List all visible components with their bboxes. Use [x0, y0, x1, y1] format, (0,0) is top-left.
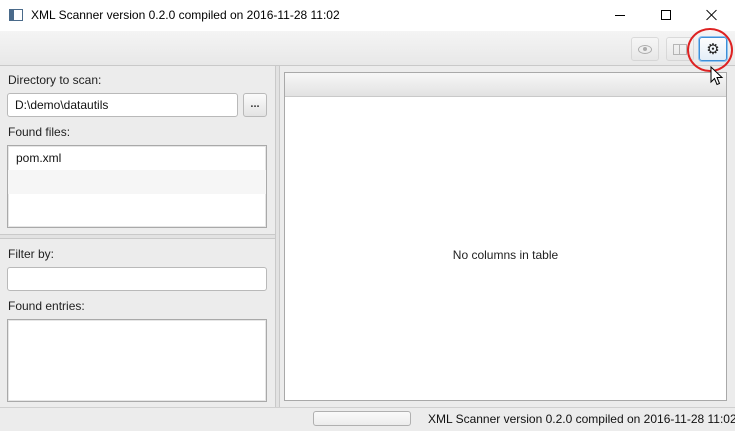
main-content: Directory to scan: ... Found files: pom.… [0, 66, 735, 407]
status-text: XML Scanner version 0.2.0 compiled on 20… [428, 412, 735, 426]
found-files-label: Found files: [8, 125, 71, 139]
maximize-button[interactable] [643, 0, 689, 30]
progress-bar [313, 411, 411, 426]
found-entries-label: Found entries: [8, 299, 85, 313]
toggle-visibility-button[interactable] [631, 37, 659, 61]
table-header [285, 73, 726, 97]
toolbar: ⚙ [0, 31, 735, 66]
settings-button[interactable]: ⚙ [699, 37, 727, 61]
found-entries-list[interactable] [7, 319, 267, 402]
directory-label: Directory to scan: [8, 73, 102, 87]
columns-button[interactable] [666, 37, 694, 61]
title-bar: XML Scanner version 0.2.0 compiled on 20… [0, 0, 735, 31]
maximize-icon [661, 10, 671, 20]
gear-icon: ⚙ [706, 39, 720, 58]
list-item-empty [8, 194, 266, 218]
status-bar: XML Scanner version 0.2.0 compiled on 20… [0, 407, 735, 431]
entries-table[interactable]: No columns in table [284, 72, 727, 401]
window-title: XML Scanner version 0.2.0 compiled on 20… [31, 8, 340, 22]
browse-button[interactable]: ... [243, 93, 267, 117]
app-window-icon [9, 9, 23, 21]
list-item[interactable]: pom.xml [8, 146, 266, 170]
columns-icon [673, 43, 687, 55]
right-pane: No columns in table [280, 66, 735, 407]
list-item-empty [8, 170, 266, 194]
left-pane: Directory to scan: ... Found files: pom.… [0, 66, 275, 407]
minimize-button[interactable] [597, 0, 643, 30]
filter-input[interactable] [7, 267, 267, 291]
eye-icon [638, 44, 652, 54]
mouse-cursor-icon [710, 66, 724, 86]
filter-label: Filter by: [8, 247, 55, 261]
close-button[interactable] [689, 0, 735, 30]
found-files-list[interactable]: pom.xml [7, 145, 267, 228]
close-icon [706, 9, 718, 21]
table-empty-message: No columns in table [452, 248, 559, 262]
minimize-icon [615, 14, 625, 16]
directory-input[interactable] [7, 93, 238, 117]
horizontal-splitter[interactable] [0, 234, 275, 239]
